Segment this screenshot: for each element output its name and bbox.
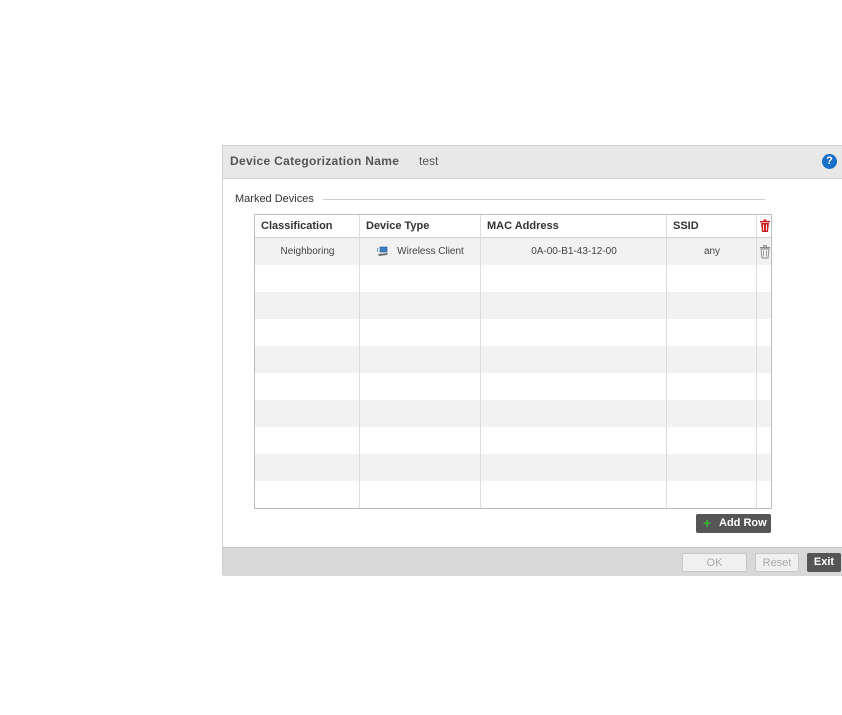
mac-cell: 0A-00-B1-43-12-00 bbox=[531, 246, 617, 257]
dialog-footer: OK Reset Exit bbox=[223, 547, 842, 576]
delete-row-icon[interactable] bbox=[759, 245, 771, 259]
column-divider bbox=[480, 215, 481, 508]
table-row-empty bbox=[255, 373, 771, 400]
table-header: Classification Device Type MAC Address S… bbox=[255, 215, 771, 238]
ok-button[interactable]: OK bbox=[682, 553, 747, 572]
table-row-empty bbox=[255, 454, 771, 481]
device-type-cell: Wireless Client bbox=[360, 238, 481, 265]
table-row-empty bbox=[255, 319, 771, 346]
dialog-header: Device Categorization Name test ? bbox=[223, 146, 842, 179]
help-icon[interactable]: ? bbox=[822, 154, 837, 169]
table-row-empty bbox=[255, 346, 771, 373]
reset-button[interactable]: Reset bbox=[755, 553, 799, 572]
column-header-classification[interactable]: Classification bbox=[255, 215, 360, 237]
table-row-empty bbox=[255, 265, 771, 292]
wireless-client-icon bbox=[377, 247, 389, 257]
add-row-label: Add Row bbox=[719, 517, 767, 529]
table-row-empty bbox=[255, 427, 771, 454]
marked-devices-table: Neighboring Wireless Client 0A-00-B1-43-… bbox=[254, 214, 772, 509]
table-row-empty bbox=[255, 400, 771, 427]
exit-button[interactable]: Exit bbox=[807, 553, 841, 572]
group-title: Marked Devices bbox=[235, 193, 322, 205]
delete-all-icon[interactable] bbox=[759, 219, 771, 233]
device-type-label: Wireless Client bbox=[397, 246, 464, 257]
group-divider bbox=[323, 199, 765, 200]
table-row[interactable]: Neighboring Wireless Client 0A-00-B1-43-… bbox=[255, 238, 771, 265]
classification-cell: Neighboring bbox=[280, 246, 335, 257]
ssid-cell: any bbox=[703, 246, 721, 257]
plus-icon: + bbox=[703, 515, 712, 531]
table-row-empty bbox=[255, 481, 771, 508]
device-categorization-dialog: Device Categorization Name test ? Marked… bbox=[222, 145, 842, 576]
column-header-ssid[interactable]: SSID bbox=[667, 215, 757, 237]
column-header-mac-address[interactable]: MAC Address bbox=[481, 215, 667, 237]
name-value: test bbox=[419, 154, 439, 168]
table-row-empty bbox=[255, 292, 771, 319]
column-header-device-type[interactable]: Device Type bbox=[360, 215, 481, 237]
column-divider bbox=[359, 215, 360, 508]
column-divider bbox=[666, 215, 667, 508]
name-label: Device Categorization Name bbox=[230, 154, 400, 168]
add-row-button[interactable]: + Add Row bbox=[696, 514, 771, 533]
column-divider bbox=[756, 215, 757, 508]
